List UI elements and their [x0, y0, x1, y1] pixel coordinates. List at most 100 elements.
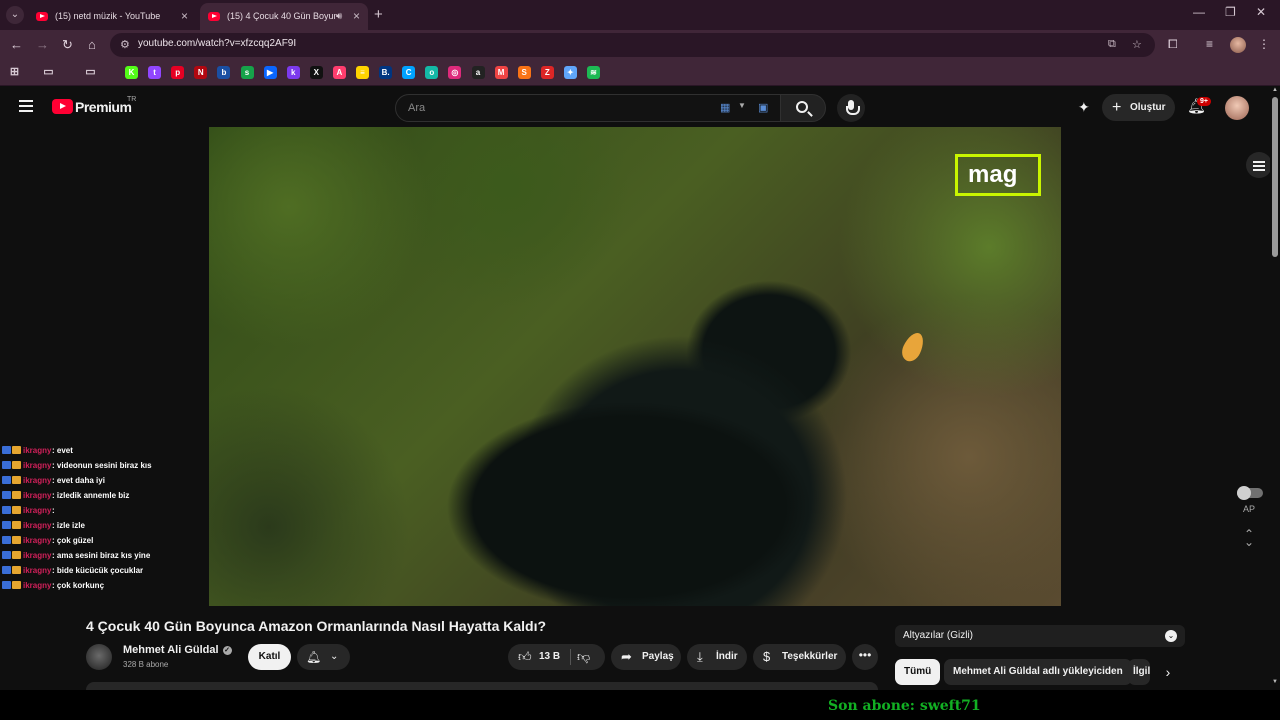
description-box[interactable]	[86, 682, 878, 690]
home-button[interactable]: ⌂	[88, 37, 96, 53]
speaker-icon[interactable]: 🔊︎	[336, 3, 342, 30]
bookmark-icon[interactable]: S	[517, 66, 531, 79]
bookmark-icon[interactable]: B.	[379, 66, 393, 79]
search-input[interactable]: Ara	[395, 94, 715, 122]
bookmark-icon[interactable]: X	[309, 66, 323, 79]
tab-active-video[interactable]: (15) 4 Çocuk 40 Gün Boyunca 🔊︎ ×	[200, 3, 368, 30]
maximize-button[interactable]: ❐	[1225, 5, 1236, 19]
create-button[interactable]: + Oluştur	[1102, 94, 1175, 121]
folder-icon[interactable]: ▭	[84, 66, 97, 79]
bookmark-icon[interactable]: ≡	[356, 66, 369, 79]
bookmark-icon[interactable]: k	[286, 66, 300, 79]
bookmark-icon[interactable]: ✦	[563, 66, 577, 79]
autoplay-toggle[interactable]	[1237, 486, 1263, 500]
profile-avatar[interactable]	[1230, 37, 1246, 53]
like-count[interactable]: 13 B	[539, 644, 560, 670]
badge-icon	[2, 446, 11, 454]
chip-related[interactable]: İlgili	[1128, 659, 1150, 685]
bookmark-icon[interactable]: ≋	[587, 66, 600, 79]
bookmark-icon[interactable]: M	[494, 66, 508, 79]
bookmark-icon[interactable]: s	[240, 66, 254, 79]
address-bar[interactable]: ⚙ youtube.com/watch?v=xfzcqq2AF9I ⧉ ☆	[110, 33, 1155, 57]
search-icon	[796, 101, 808, 113]
page-scrollbar[interactable]: ▲ ▼	[1270, 87, 1280, 690]
badge-icon	[12, 461, 21, 469]
reload-button[interactable]: ↻	[62, 37, 73, 53]
tab-close-icon[interactable]: ×	[181, 3, 188, 30]
media-controls-icon[interactable]: ≡	[1206, 37, 1213, 51]
download-button[interactable]: ⤓ İndir	[687, 644, 747, 670]
chat-message: ikragny: çok güzel	[2, 533, 202, 548]
translate-icon[interactable]: ▦	[720, 101, 730, 114]
extensions-icon[interactable]: ⧠	[1168, 37, 1178, 52]
channel-name-text[interactable]: Mehmet Ali Güldal	[123, 644, 219, 656]
bookmark-star-icon[interactable]: ☆	[1132, 38, 1142, 51]
close-window-button[interactable]: ✕	[1256, 5, 1266, 19]
create-label: Oluştur	[1130, 102, 1166, 113]
dislike-icon[interactable]: 👎︎	[577, 644, 590, 670]
apps-grid-icon[interactable]: ⊞	[8, 66, 21, 79]
scroll-up-icon[interactable]: ▲	[1272, 87, 1278, 93]
bookmark-icon[interactable]: C	[402, 66, 416, 79]
bookmark-icon[interactable]: t	[148, 66, 162, 79]
bookmark-icon[interactable]: N	[194, 66, 208, 79]
channel-avatar[interactable]	[86, 644, 112, 670]
more-actions-button[interactable]: •••	[852, 644, 878, 670]
chat-text: :	[52, 506, 55, 515]
subscription-bell-button[interactable]: 🔔︎ ⌄	[297, 644, 350, 670]
bookmark-icon[interactable]: ◎	[448, 66, 462, 79]
badge-icon	[12, 581, 21, 589]
badge-icon	[12, 476, 21, 484]
search-placeholder: Ara	[408, 102, 426, 114]
chip-all[interactable]: Tümü	[895, 659, 941, 685]
chevron-right-icon[interactable]: ›	[1156, 659, 1180, 685]
search-button[interactable]	[780, 94, 826, 122]
voice-search-button[interactable]	[837, 94, 865, 122]
badge-icon	[12, 536, 21, 544]
subscriber-count: 328 B abone	[123, 660, 169, 669]
bookmark-icon[interactable]: ▶	[263, 66, 277, 79]
youtube-logo-icon[interactable]	[52, 99, 73, 114]
youtube-brand[interactable]: Premium	[75, 99, 132, 115]
channel-watermark: mag	[955, 154, 1041, 196]
badge-icon	[2, 506, 11, 514]
dropdown-arrow-icon[interactable]: ▼	[738, 101, 746, 110]
minimize-button[interactable]: —	[1193, 5, 1205, 19]
channel-name[interactable]: Mehmet Ali Güldal ✓	[123, 644, 232, 656]
install-app-icon[interactable]: ⧉	[1108, 38, 1116, 51]
back-button[interactable]: ←	[10, 37, 23, 53]
chip-uploader[interactable]: Mehmet Ali Güldal adlı yükleyiciden	[944, 659, 1132, 685]
join-button[interactable]: Katıl	[248, 644, 291, 670]
video-player[interactable]: mag	[209, 127, 1061, 606]
bookmark-icon[interactable]: a	[471, 66, 485, 79]
bookmark-icon[interactable]: b	[217, 66, 231, 79]
scrollbar-thumb[interactable]	[1272, 97, 1278, 257]
captions-panel[interactable]: Altyazılar (Gizli) ⌄	[895, 625, 1185, 647]
playlist-menu-button[interactable]	[1246, 152, 1272, 178]
chevron-down-icon[interactable]: ⌄	[1165, 630, 1177, 642]
share-button[interactable]: ➦ Paylaş	[611, 644, 681, 670]
expand-chevrons-icon[interactable]: ⌃ ⌄	[1244, 528, 1254, 548]
bookmark-icon[interactable]: p	[171, 66, 185, 79]
site-info-icon[interactable]: ⚙	[120, 38, 130, 51]
folder-icon[interactable]: ▭	[42, 66, 55, 79]
like-icon[interactable]: 👍︎	[518, 644, 532, 670]
bookmark-icon[interactable]: o	[425, 66, 439, 79]
bookmark-icon[interactable]: Z	[540, 66, 554, 79]
new-tab-button[interactable]: +	[374, 6, 383, 24]
tab-close-icon[interactable]: ×	[353, 3, 360, 30]
forward-button[interactable]: →	[36, 37, 49, 53]
menu-icon[interactable]	[19, 100, 33, 112]
tab-search-button[interactable]: ⌄	[6, 6, 24, 24]
ask-icon[interactable]: ✦	[1078, 99, 1090, 116]
bookmark-icon[interactable]: A	[332, 66, 346, 79]
account-avatar[interactable]	[1225, 96, 1249, 120]
bookmark-icon[interactable]: K	[125, 66, 138, 79]
browser-menu-icon[interactable]: ⋮	[1258, 37, 1270, 51]
chat-message: ikragny: evet daha iyi	[2, 473, 202, 488]
tab-netd-muzik[interactable]: (15) netd müzik - YouTube ×	[28, 3, 196, 30]
scroll-down-icon[interactable]: ▼	[1272, 679, 1278, 685]
url-text[interactable]: youtube.com/watch?v=xfzcqq2AF9I	[138, 38, 296, 49]
thanks-button[interactable]: $ Teşekkürler	[753, 644, 846, 670]
search-extension-icon[interactable]: ▣	[758, 101, 768, 114]
